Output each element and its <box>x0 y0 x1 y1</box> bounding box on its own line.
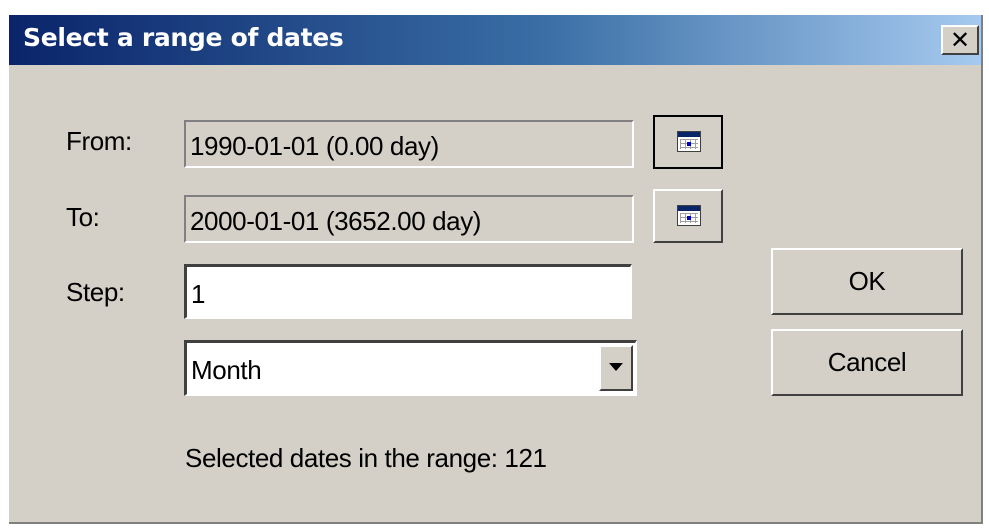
from-date-value: 1990-01-01 (0.00 day) <box>190 131 439 161</box>
step-value: 1 <box>191 279 206 309</box>
calendar-icon <box>677 205 701 226</box>
from-date-field: 1990-01-01 (0.00 day) <box>184 120 634 168</box>
ok-button[interactable]: OK <box>771 248 963 315</box>
step-label: Step: <box>66 277 125 307</box>
from-date-picker-button[interactable] <box>653 115 723 169</box>
dialog-title: Select a range of dates <box>23 23 344 52</box>
title-bar: Select a range of dates ✕ <box>9 15 981 65</box>
from-label: From: <box>66 126 132 156</box>
selected-dates-count: Selected dates in the range: 121 <box>185 443 547 473</box>
close-icon: ✕ <box>949 26 971 54</box>
to-label: To: <box>66 202 100 232</box>
step-unit-value: Month <box>191 355 262 385</box>
calendar-icon <box>677 131 701 152</box>
close-button[interactable]: ✕ <box>941 25 979 55</box>
to-date-picker-button[interactable] <box>653 189 723 243</box>
step-unit-select[interactable]: Month <box>184 340 637 396</box>
to-date-field: 2000-01-01 (3652.00 day) <box>184 195 634 243</box>
step-input[interactable]: 1 <box>184 264 632 319</box>
cancel-button[interactable]: Cancel <box>771 329 963 396</box>
to-date-value: 2000-01-01 (3652.00 day) <box>190 206 482 236</box>
chevron-down-icon[interactable] <box>599 345 633 391</box>
date-range-dialog: Select a range of dates ✕ From: 1990-01-… <box>9 15 983 524</box>
